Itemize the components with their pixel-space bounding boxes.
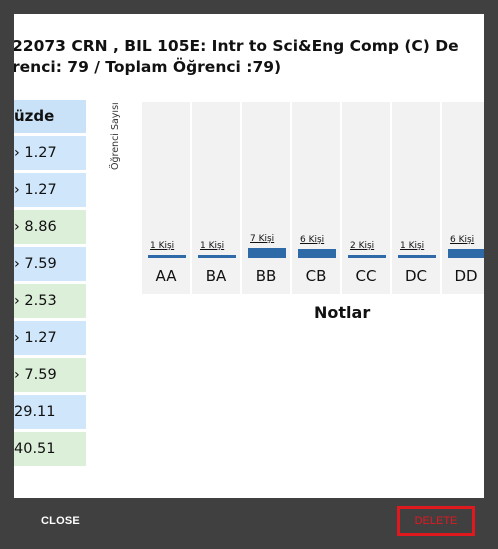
dialog-edge <box>484 0 498 498</box>
percentage-cell: › 7.59 <box>14 247 86 281</box>
title-line-2: renci: 79 / Toplam Öğrenci :79) <box>14 58 282 76</box>
percentage-cell: › 1.27 <box>14 321 86 355</box>
title-line-1: 22073 CRN , BIL 105E: Intr to Sci&Eng Co… <box>14 37 459 55</box>
x-tick-label: BA <box>192 258 240 294</box>
chart-column-bg <box>192 102 240 258</box>
x-tick-label: CB <box>292 258 340 294</box>
percentage-rows: › 1.27 › 1.27 › 8.86 › 7.59 › 2.53 › 1.27 › 7.… <box>14 136 86 466</box>
percentage-cell: › 1.27 <box>14 173 86 207</box>
percentage-cell: › 8.86 <box>14 210 86 244</box>
bar-CB[interactable] <box>298 249 336 258</box>
x-tick-label: DD <box>442 258 484 294</box>
percentage-cell: › 1.27 <box>14 136 86 170</box>
percentage-cell: 29.11 <box>14 395 86 429</box>
bar-data-label: 2 Kişi <box>350 241 375 251</box>
x-axis-categories: AA BA BB CB CC DC DD <box>140 258 484 294</box>
bar-data-label: 1 Kişi <box>200 241 225 251</box>
x-tick-label: DC <box>392 258 440 294</box>
grade-bar-chart: 1 Kişi 1 Kişi 7 Kişi 6 Kişi 2 Kişi 1 Kişi 6 Ki… <box>140 102 484 258</box>
bar-data-label: 1 Kişi <box>400 241 425 251</box>
percentage-cell: 40.51 <box>14 432 86 466</box>
chart-column-bg <box>142 102 190 258</box>
bar-data-label: 7 Kişi <box>250 234 275 244</box>
bar-data-label: 6 Kişi <box>450 235 475 245</box>
x-axis-label: Notlar <box>314 303 371 322</box>
bar-DD[interactable] <box>448 249 484 258</box>
y-axis-label: Öğrenci Sayısı <box>110 102 121 170</box>
close-button[interactable]: CLOSE <box>41 515 80 527</box>
chart-column-bg <box>342 102 390 258</box>
bar-data-label: 1 Kişi <box>150 241 175 251</box>
x-tick-label: CC <box>342 258 390 294</box>
dialog-title: 22073 CRN , BIL 105E: Intr to Sci&Eng Co… <box>14 36 484 78</box>
bar-BB[interactable] <box>248 248 286 258</box>
grade-distribution-dialog: 22073 CRN , BIL 105E: Intr to Sci&Eng Co… <box>14 14 484 498</box>
percentage-header: üzde <box>14 100 86 133</box>
x-tick-label: AA <box>142 258 190 294</box>
percentage-cell: › 7.59 <box>14 358 86 392</box>
chart-column-bg <box>392 102 440 258</box>
dialog-footer: CLOSE DELETE <box>0 498 498 549</box>
delete-button[interactable]: DELETE <box>397 506 475 536</box>
percentage-cell: › 2.53 <box>14 284 86 318</box>
bar-data-label: 6 Kişi <box>300 235 325 245</box>
percentage-table: üzde › 1.27 › 1.27 › 8.86 › 7.59 › 2.53 › 1.2… <box>14 100 86 469</box>
x-tick-label: BB <box>242 258 290 294</box>
